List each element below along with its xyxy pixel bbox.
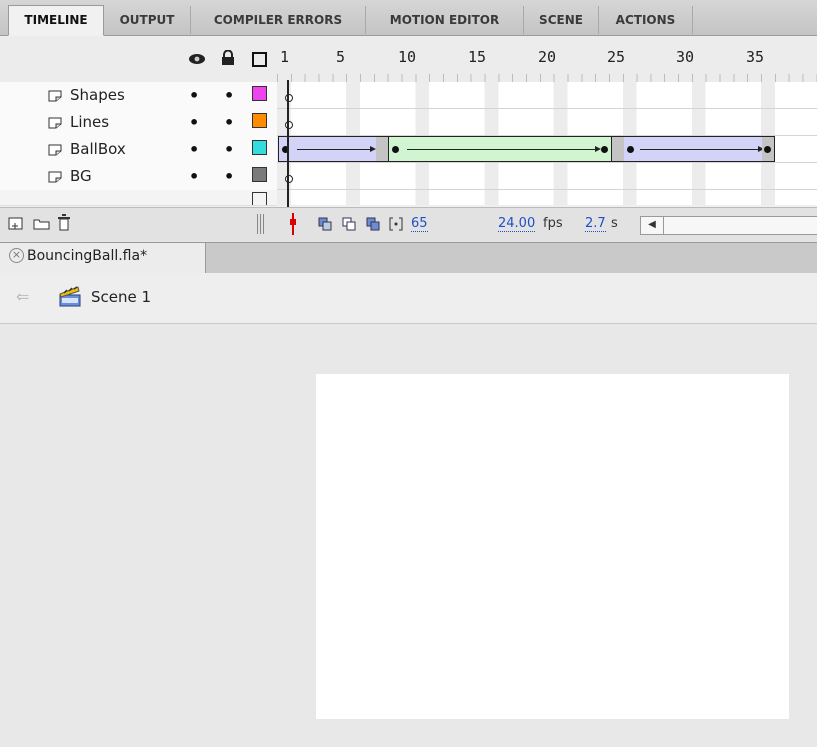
document-tab-label: BouncingBall.fla* <box>27 248 148 264</box>
tween-arrow <box>407 146 601 152</box>
frames-grid[interactable] <box>277 82 817 205</box>
elapsed-time-unit: s <box>611 216 618 231</box>
lock-dot[interactable]: • <box>224 167 234 186</box>
layer-name: BallBox <box>70 140 126 158</box>
document-tab[interactable]: × BouncingBall.fla* <box>0 243 206 273</box>
ruler-number: 30 <box>676 48 695 66</box>
layer-row-partial <box>0 190 277 206</box>
tween-arrow <box>297 146 376 152</box>
visibility-dot[interactable]: • <box>189 113 199 132</box>
layer-name: Shapes <box>70 86 125 104</box>
trash-icon[interactable] <box>57 214 71 231</box>
outline-icon[interactable] <box>252 52 267 67</box>
timeline-header: 1 5 10 15 20 25 30 35 <box>0 36 817 82</box>
ruler-number: 35 <box>746 48 765 66</box>
layer-row-lines[interactable]: Lines • • <box>0 109 277 137</box>
layer-color-swatch[interactable] <box>252 113 267 128</box>
elapsed-time-value[interactable]: 2.7 <box>585 216 606 232</box>
resize-handle[interactable] <box>257 214 266 234</box>
lock-dot[interactable]: • <box>224 113 234 132</box>
new-layer-icon[interactable] <box>8 217 23 230</box>
scene-label[interactable]: Scene 1 <box>91 288 151 306</box>
frame-rate-unit: fps <box>543 216 563 231</box>
playhead[interactable] <box>287 80 289 210</box>
layer-icon <box>48 171 62 183</box>
lock-dot[interactable]: • <box>224 86 234 105</box>
clapperboard-icon <box>59 286 81 307</box>
layer-row-bg[interactable]: BG • • <box>0 163 277 191</box>
modify-markers-icon[interactable] <box>389 217 403 231</box>
frame-ruler-ticks <box>277 74 817 82</box>
frame-rate-value[interactable]: 24.00 <box>498 216 536 232</box>
layer-color-swatch[interactable] <box>252 140 267 155</box>
visibility-dot[interactable]: • <box>189 86 199 105</box>
tab-output[interactable]: OUTPUT <box>104 6 191 34</box>
eye-icon[interactable] <box>188 53 206 65</box>
edit-multiple-frames-icon[interactable] <box>366 217 380 231</box>
onion-skin-outlines-icon[interactable] <box>342 217 356 231</box>
ruler-number: 1 <box>280 48 290 66</box>
center-frame-icon[interactable] <box>288 213 298 235</box>
motion-tween-span[interactable] <box>611 136 775 162</box>
close-icon[interactable]: × <box>9 248 24 263</box>
layer-icon <box>48 144 62 156</box>
back-arrow-icon[interactable]: ⇐ <box>16 287 29 306</box>
layer-name: Lines <box>70 113 110 131</box>
tab-motion-editor[interactable]: MOTION EDITOR <box>366 6 524 34</box>
timeline-status-bar: 65 24.00 fps 2.7 s ◀ <box>0 207 817 241</box>
onion-skin-icon[interactable] <box>318 217 332 231</box>
current-frame-value[interactable]: 65 <box>411 216 428 232</box>
layer-color-swatch <box>252 192 267 205</box>
document-tab-bar: × BouncingBall.fla* <box>0 242 817 274</box>
timeline-panel: 1 5 10 15 20 25 30 35 Shapes • • Lines •… <box>0 36 817 241</box>
ruler-number: 5 <box>336 48 346 66</box>
timeline-horizontal-scrollbar[interactable]: ◀ <box>640 216 817 235</box>
keyframe[interactable] <box>764 146 771 153</box>
pasteboard[interactable] <box>0 324 817 747</box>
ruler-number: 15 <box>468 48 487 66</box>
keyframe[interactable] <box>601 146 608 153</box>
visibility-dot[interactable]: • <box>189 167 199 186</box>
layer-color-swatch[interactable] <box>252 86 267 101</box>
scroll-left-arrow-icon[interactable]: ◀ <box>641 217 664 234</box>
keyframe[interactable] <box>392 146 399 153</box>
ruler-number: 20 <box>538 48 557 66</box>
tab-timeline[interactable]: TIMELINE <box>8 5 104 36</box>
stage-canvas[interactable] <box>316 374 789 719</box>
lock-icon[interactable] <box>221 50 235 66</box>
tab-compiler-errors[interactable]: COMPILER ERRORS <box>191 6 366 34</box>
keyframe[interactable] <box>627 146 634 153</box>
layer-name: BG <box>70 167 92 185</box>
layer-icon <box>48 117 62 129</box>
ruler-number: 25 <box>607 48 626 66</box>
shape-tween-span[interactable] <box>388 136 612 162</box>
tween-end-frame <box>376 137 388 161</box>
tab-scene[interactable]: SCENE <box>524 6 599 34</box>
motion-tween-span[interactable] <box>278 136 389 162</box>
layer-color-swatch[interactable] <box>252 167 267 182</box>
tab-actions[interactable]: ACTIONS <box>599 6 693 34</box>
layer-row-shapes[interactable]: Shapes • • <box>0 82 277 110</box>
new-folder-icon[interactable] <box>33 217 50 230</box>
layer-row-ballbox[interactable]: BallBox • • <box>0 136 277 164</box>
visibility-dot[interactable]: • <box>189 140 199 159</box>
lock-dot[interactable]: • <box>224 140 234 159</box>
tween-arrow <box>640 146 764 152</box>
ruler-number: 10 <box>398 48 417 66</box>
edit-bar: ⇐ Scene 1 <box>0 273 817 324</box>
tween-start-frame <box>612 137 624 161</box>
panel-tab-bar: TIMELINE OUTPUT COMPILER ERRORS MOTION E… <box>0 0 817 36</box>
layer-icon <box>48 90 62 102</box>
